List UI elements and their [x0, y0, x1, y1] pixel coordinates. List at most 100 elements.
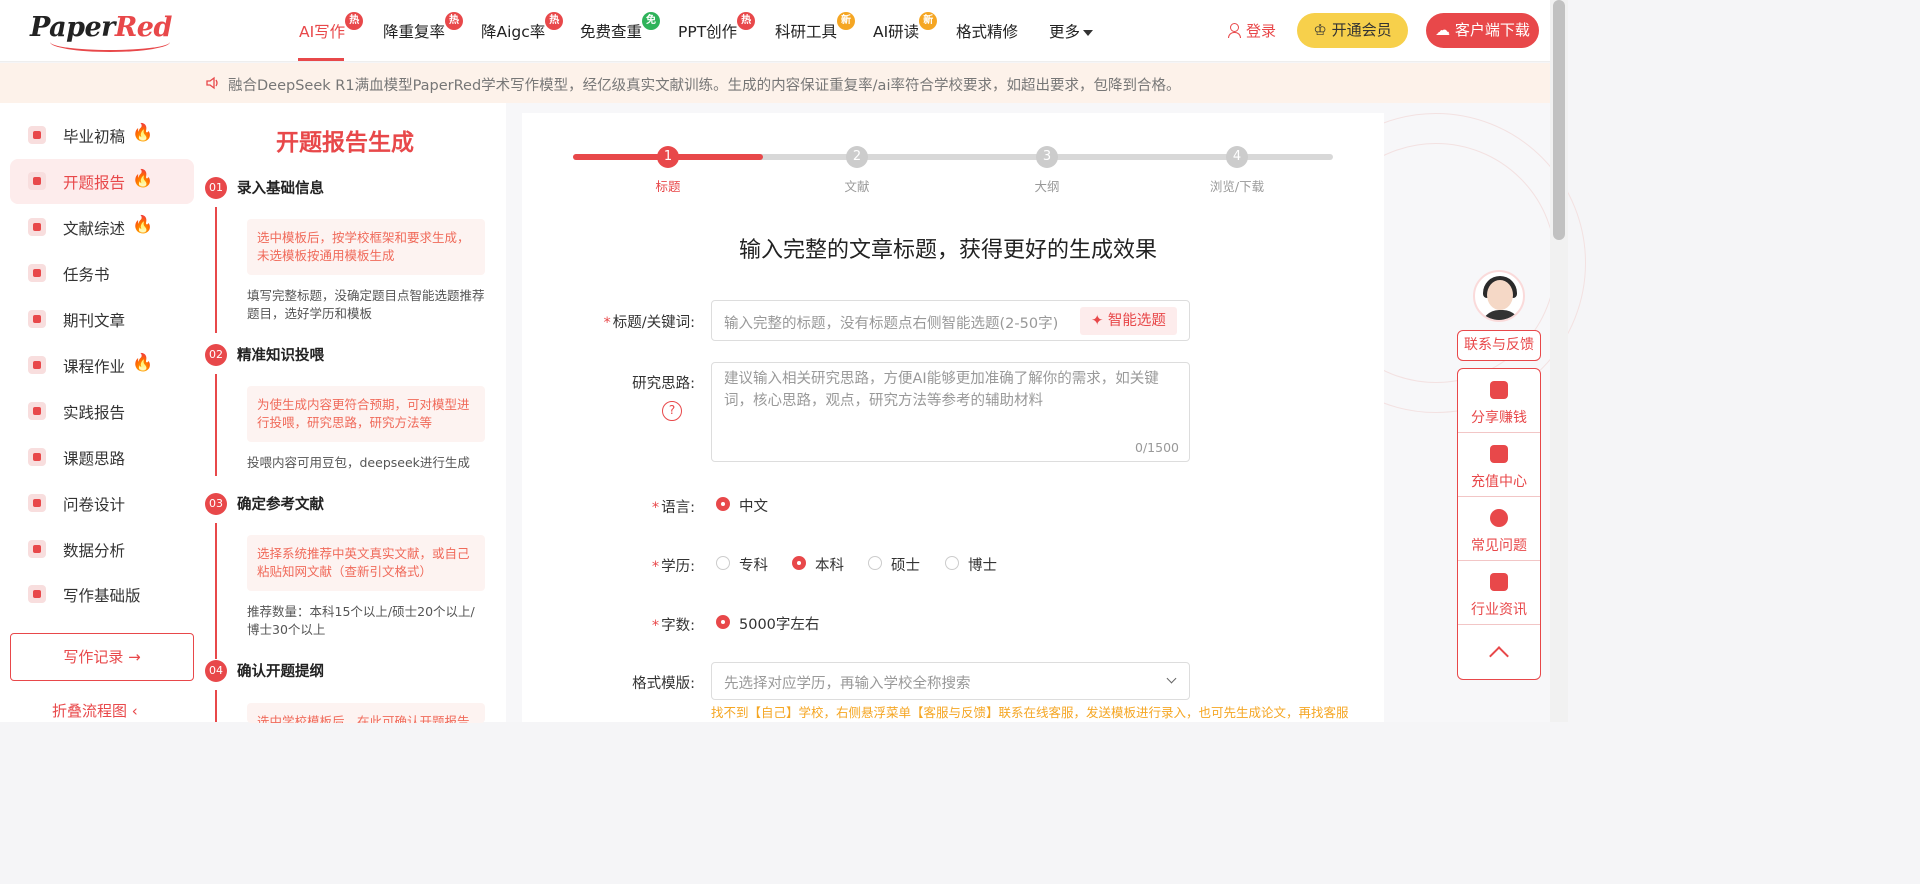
label-text: 研究思路: [632, 376, 695, 392]
trophy-icon [28, 310, 46, 328]
sidebar-item-journal-article[interactable]: 期刊文章 [10, 297, 194, 342]
sidebar-item-survey-design[interactable]: 问卷设计 [10, 481, 194, 526]
radio-label: 5000字左右 [739, 617, 820, 633]
step-tip-box: 选中学校模板后，在此可确认开题报告 [247, 703, 485, 723]
progress-step-dot[interactable]: 4 [1226, 146, 1248, 168]
paperred-logo[interactable]: PaperRed [30, 12, 172, 52]
step-tip-box: 选中模板后，按学校框架和要求生成，未选模板按通用模板生成 [247, 219, 485, 275]
vip-button[interactable]: ♔ 开通会员 [1297, 13, 1408, 48]
label-text: 语言: [661, 500, 695, 516]
float-news[interactable]: 行业资讯 [1458, 561, 1540, 625]
writing-record-button[interactable]: 写作记录 → [10, 633, 194, 681]
nav-label: 更多 [1049, 23, 1081, 41]
idea-field-label: 研究思路: [585, 372, 695, 393]
notice-bar: 融合DeepSeek R1满血模型PaperRed学术写作模型，经亿级真实文献训… [0, 63, 1550, 103]
sparkle-icon: ✦ [1091, 313, 1108, 329]
label-text: 标题/关键词: [612, 315, 695, 331]
nav-label: 科研工具 [775, 23, 838, 41]
crown-icon: ♔ [1313, 21, 1332, 39]
required-mark: * [651, 559, 660, 575]
sidebar-item-data-analysis[interactable]: 数据分析 [10, 527, 194, 572]
fire-icon: 🔥 [132, 123, 154, 143]
progress-step-label: 文献 [844, 179, 870, 194]
nav-label: 格式精修 [956, 23, 1019, 41]
scrollbar-thumb[interactable] [1553, 0, 1565, 240]
service-avatar[interactable] [1473, 270, 1525, 322]
login-link[interactable]: 登录 [1228, 20, 1276, 41]
step-description: 填写完整标题，没确定题目点智能选题推荐题目，选好学历和模板 [247, 288, 485, 321]
practice-icon [28, 402, 46, 420]
nav-label: 降Aigc率 [481, 23, 546, 41]
contact-feedback-button[interactable]: 联系与反馈 [1457, 330, 1541, 361]
float-faq[interactable]: 常见问题 [1458, 497, 1540, 561]
step-number: 02 [205, 344, 227, 366]
new-badge: 新 [919, 12, 938, 30]
back-to-top-icon[interactable] [1489, 646, 1509, 666]
nav-format-refine[interactable]: 格式精修 [956, 20, 1018, 42]
float-share-earn[interactable]: 分享赚钱 [1458, 369, 1540, 433]
step-title: 录入基础信息 [237, 181, 324, 197]
nav-label: 免费查重 [580, 23, 643, 41]
nav-free-check[interactable]: 免费查重免 [580, 12, 661, 42]
help-question-icon[interactable]: ? [662, 401, 682, 421]
label-text: 字数: [661, 618, 695, 634]
radio-label: 本科 [815, 558, 844, 574]
nav-ppt[interactable]: PPT创作热 [678, 12, 756, 42]
avatar-face [1487, 280, 1513, 310]
question-icon [1490, 509, 1508, 527]
chevron-left-icon: ‹ [127, 702, 138, 720]
nav-research-tools[interactable]: 科研工具新 [775, 12, 856, 42]
template-placeholder: 先选择对应学历，再输入学校全称搜索 [724, 676, 971, 692]
nav-reduce-aigc[interactable]: 降Aigc率热 [481, 12, 564, 42]
nav-more[interactable]: 更多 [1049, 20, 1094, 42]
sidebar-item-proposal-report[interactable]: 开题报告 🔥 [10, 159, 194, 204]
progress-step-dot[interactable]: 3 [1036, 146, 1058, 168]
float-menu: 分享赚钱 充值中心 常见问题 行业资讯 [1457, 368, 1541, 680]
nav-ai-reading[interactable]: AI研读新 [873, 12, 938, 42]
sidebar-item-coursework[interactable]: 课程作业 🔥 [10, 343, 194, 388]
nav-reduce-repeat[interactable]: 降重复率热 [383, 12, 464, 42]
research-idea-textarea[interactable]: 建议输入相关研究思路，方便AI能够更加准确了解你的需求，如关键词，核心思路，观点… [711, 362, 1190, 462]
progress-step-dot[interactable]: 2 [846, 146, 868, 168]
radio-label: 硕士 [891, 558, 920, 574]
progress-step-dot[interactable]: 1 [657, 146, 679, 168]
sidebar-item-graduation-draft[interactable]: 毕业初稿 🔥 [10, 113, 194, 158]
step-number: 01 [205, 177, 227, 199]
radio-bachelor[interactable] [792, 556, 806, 570]
money-bag-icon [1490, 381, 1508, 399]
template-label: 格式模版: [585, 672, 695, 693]
record-label: 写作记录 [63, 648, 124, 666]
client-download-button[interactable]: ☁ 客户端下载 [1426, 13, 1539, 48]
radio-doctor[interactable] [945, 556, 959, 570]
title-input[interactable]: 输入完整的标题，没有标题点右侧智能选题(2-50字) ✦ 智能选题 [711, 300, 1190, 341]
sidebar-item-practice-report[interactable]: 实践报告 [10, 389, 194, 434]
sidebar-item-writing-basic[interactable]: 写作基础版 [10, 572, 194, 617]
nav-label: 降重复率 [383, 23, 446, 41]
float-item-label: 行业资讯 [1471, 602, 1527, 618]
idea-placeholder: 建议输入相关研究思路，方便AI能够更加准确了解你的需求，如关键词，核心思路，观点… [724, 371, 1159, 409]
template-hint: 找不到【自己】学校，右侧悬浮菜单【客服与反馈】联系在线客服，发送模板进行录入，也… [711, 705, 1351, 720]
sidebar-item-literature-review[interactable]: 文献综述 🔥 [10, 205, 194, 250]
smart-topic-button[interactable]: ✦ 智能选题 [1080, 307, 1177, 335]
radio-label: 中文 [739, 499, 768, 515]
char-count: 0/1500 [1135, 440, 1179, 455]
word-count-label: * 字数: [585, 614, 695, 635]
hot-badge: 热 [737, 12, 756, 30]
float-recharge[interactable]: 充值中心 [1458, 433, 1540, 497]
step-title: 精准知识投喂 [237, 348, 324, 364]
left-sidebar: 毕业初稿 🔥 开题报告 🔥 文献综述 🔥 任务书 期刊文章 课程作业 🔥 实践报告 课题… [0, 103, 200, 722]
step-description: 投喂内容可用豆包，deepseek进行生成 [247, 455, 470, 470]
form-heading: 输入完整的文章标题，获得更好的生成效果 [739, 238, 1158, 263]
collapse-flow-link[interactable]: 折叠流程图 ‹ [52, 700, 138, 721]
radio-5000-words[interactable] [716, 615, 730, 629]
float-item-label: 常见问题 [1471, 538, 1527, 554]
radio-chinese[interactable] [716, 497, 730, 511]
sidebar-item-topic-idea[interactable]: 课题思路 [10, 435, 194, 480]
sidebar-item-task-book[interactable]: 任务书 [10, 251, 194, 296]
nav-ai-writing[interactable]: AI写作热 [299, 12, 364, 42]
radio-junior-college[interactable] [716, 556, 730, 570]
step-description: 推荐数量：本科15个以上/硕士20个以上/博士30个以上 [247, 604, 475, 637]
template-select[interactable]: 先选择对应学历，再输入学校全称搜索 [711, 662, 1190, 700]
radio-master[interactable] [868, 556, 882, 570]
report-icon [28, 172, 46, 190]
